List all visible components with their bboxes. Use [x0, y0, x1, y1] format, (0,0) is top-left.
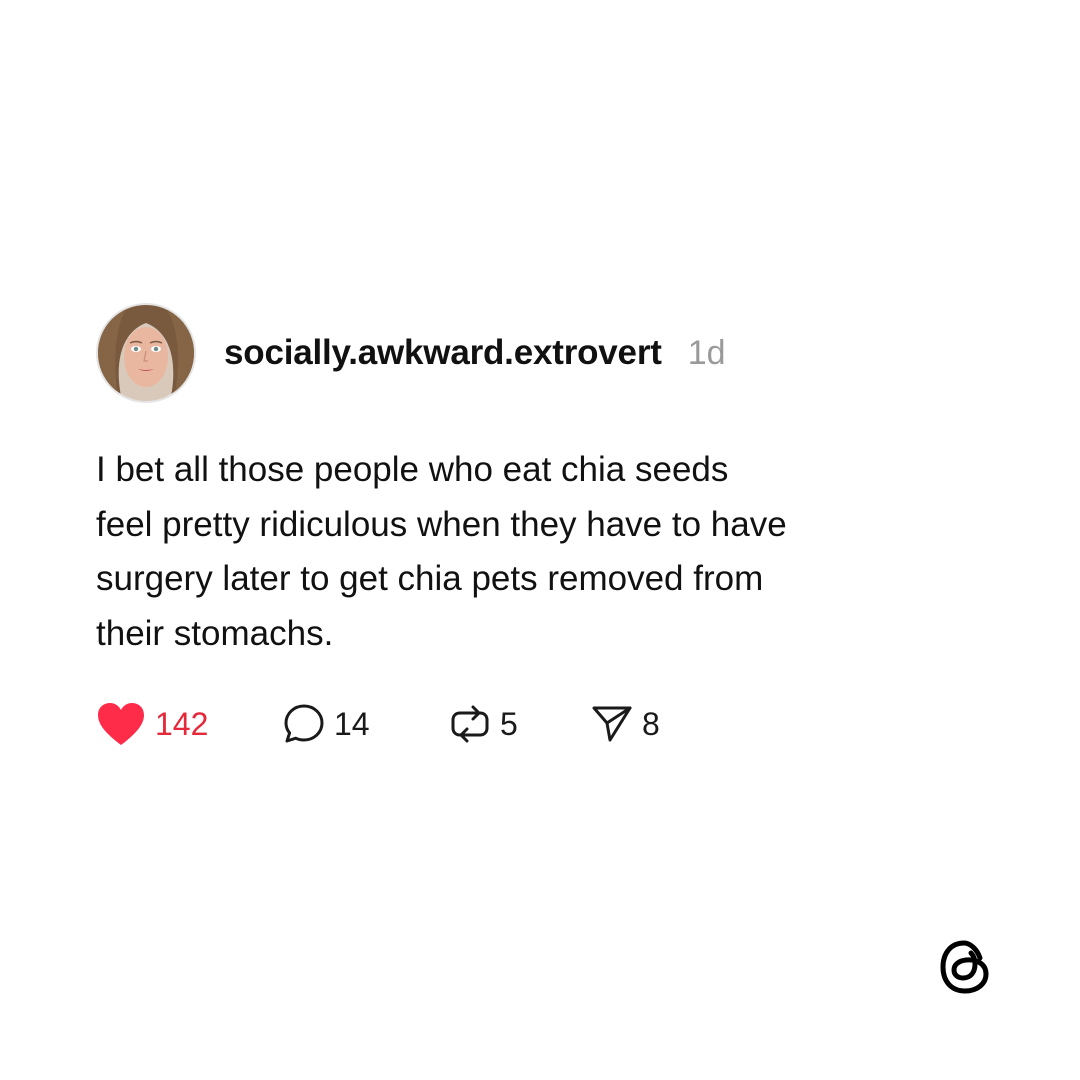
- share-button[interactable]: 8: [590, 702, 660, 746]
- post-text: I bet all those people who eat chia seed…: [96, 443, 936, 661]
- post-actions: 142 14 5 8: [96, 699, 976, 749]
- post-header: socially.awkward.extrovert 1d: [96, 303, 976, 403]
- heart-icon: [96, 701, 146, 747]
- post-text-line: surgery later to get chia pets removed f…: [96, 559, 764, 598]
- send-icon: [590, 702, 634, 746]
- repost-icon: [448, 702, 492, 746]
- repost-button[interactable]: 5: [448, 702, 590, 746]
- username[interactable]: socially.awkward.extrovert: [224, 333, 662, 373]
- reply-count: 14: [334, 705, 370, 742]
- comment-bubble-icon: [282, 702, 326, 746]
- threads-post: socially.awkward.extrovert 1d I bet all …: [96, 303, 976, 749]
- post-text-line: their stomachs.: [96, 613, 334, 653]
- repost-count: 5: [500, 705, 518, 742]
- avatar[interactable]: [96, 303, 196, 403]
- timestamp: 1d: [687, 333, 726, 372]
- share-count: 8: [642, 705, 660, 742]
- post-text-line: feel pretty ridiculous when they have to…: [96, 504, 787, 544]
- like-count: 142: [155, 705, 209, 742]
- threads-logo-icon: [937, 938, 993, 996]
- like-button[interactable]: 142: [96, 701, 282, 747]
- post-text-line: I bet all those people who eat chia seed…: [96, 450, 729, 489]
- reply-button[interactable]: 14: [282, 702, 448, 746]
